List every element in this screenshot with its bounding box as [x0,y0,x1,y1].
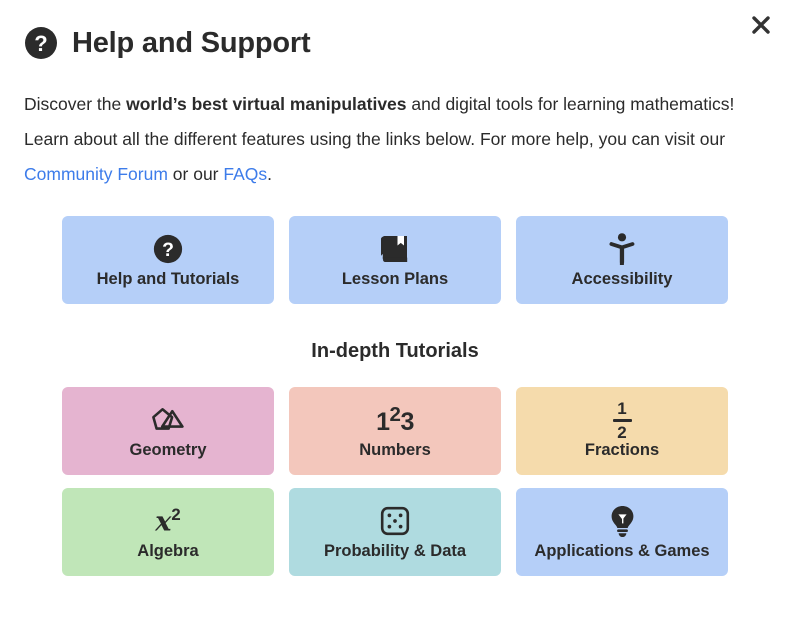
dice-icon [380,503,410,539]
fraction-numerator: 1 [617,399,627,419]
book-bookmark-icon [380,231,410,267]
intro-text-part4: . [267,164,273,184]
card-label: Probability & Data [323,542,467,561]
intro-text-part3: or our [167,164,224,184]
dialog-header: ? Help and Support [0,0,790,60]
fraction-denominator: 2 [617,422,627,442]
numbers-glyph-1: 1 [376,408,390,437]
numbers-123-icon: 123 [376,402,414,438]
card-probability-and-data[interactable]: Probability & Data [289,488,501,576]
card-label: Numbers [359,441,431,460]
intro-paragraph: Discover the world’s best virtual manipu… [24,87,754,192]
card-help-and-tutorials[interactable]: ? Help and Tutorials [62,216,274,304]
faqs-link[interactable]: FAQs [223,164,267,184]
primary-card-grid: ? Help and Tutorials Lesson Plans Access… [62,216,790,304]
svg-text:?: ? [162,239,174,261]
section-heading: In-depth Tutorials [311,340,479,362]
intro-text-part1: Discover the [24,94,127,114]
geometry-shapes-icon [151,402,185,438]
intro-bold-phrase: world’s best virtual manipulatives [126,94,407,114]
card-numbers[interactable]: 123 Numbers [289,387,501,475]
close-icon[interactable] [744,8,778,42]
tutorial-card-grid: Geometry 123 Numbers 1 2 Fractions x2 Al… [62,387,790,576]
card-lesson-plans[interactable]: Lesson Plans [289,216,501,304]
card-label: Help and Tutorials [96,270,240,289]
page-title: Help and Support [72,26,311,59]
card-algebra[interactable]: x2 Algebra [62,488,274,576]
algebra-base: x [155,506,172,538]
community-forum-link[interactable]: Community Forum [24,164,168,184]
card-label: Lesson Plans [341,270,449,289]
card-accessibility[interactable]: Accessibility [516,216,728,304]
card-fractions[interactable]: 1 2 Fractions [516,387,728,475]
question-circle-icon: ? [153,231,183,267]
numbers-glyph-3: 3 [400,408,414,437]
algebra-exponent: 2 [171,505,181,525]
numbers-glyph-2: 2 [389,403,401,427]
lightbulb-icon [610,503,635,539]
question-circle-icon: ? [24,26,58,60]
card-label: Applications & Games [534,542,710,561]
card-applications-and-games[interactable]: Applications & Games [516,488,728,576]
card-label: Geometry [129,441,207,460]
fraction-bar [612,419,632,422]
card-geometry[interactable]: Geometry [62,387,274,475]
fraction-one-half-icon: 1 2 [612,399,632,442]
x-squared-icon: x2 [155,503,180,539]
help-and-support-dialog: ? Help and Support Discover the world’s … [0,0,790,642]
card-label: Fractions [584,441,660,460]
card-label: Accessibility [571,270,673,289]
svg-text:?: ? [34,31,47,56]
accessibility-person-icon [608,231,636,267]
card-label: Algebra [137,542,199,561]
